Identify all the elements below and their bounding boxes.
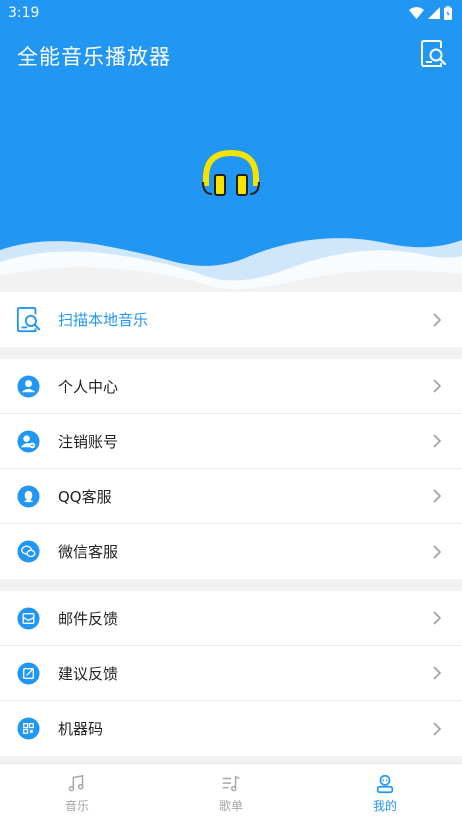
wave-decoration: [0, 238, 462, 292]
mail-icon: [17, 606, 40, 630]
account-section: 个人中心 注销账号 QQ客服 微信客服: [0, 359, 462, 579]
app-title: 全能音乐播放器: [17, 45, 171, 69]
qr-code-icon: [17, 717, 40, 740]
row-label: 建议反馈: [58, 664, 119, 683]
nav-tab-music[interactable]: 音乐: [0, 764, 154, 821]
scan-section: 扫描本地音乐: [0, 292, 462, 347]
row-label: 个人中心: [58, 377, 119, 396]
mail-feedback-row[interactable]: 邮件反馈: [0, 591, 462, 646]
scan-music-icon: [16, 306, 41, 332]
bottom-navigation: 音乐 歌单 我的: [0, 763, 462, 821]
hero-header: 全能音乐播放器: [0, 26, 462, 292]
suggestion-feedback-row[interactable]: 建议反馈: [0, 646, 462, 701]
nav-label-playlist: 歌单: [218, 799, 243, 813]
music-note-icon: [68, 774, 84, 792]
nav-tab-playlist[interactable]: 歌单: [154, 764, 308, 821]
chevron-right-icon: [433, 434, 442, 448]
scan-local-music-label: 扫描本地音乐: [58, 311, 149, 329]
status-time: 3:19: [8, 5, 40, 21]
chevron-right-icon: [433, 666, 442, 680]
wechat-icon: [17, 540, 40, 563]
cancel-account-row[interactable]: 注销账号: [0, 414, 462, 469]
qq-service-row[interactable]: QQ客服: [0, 469, 462, 524]
feedback-section: 邮件反馈 建议反馈 机器码: [0, 591, 462, 756]
chevron-right-icon: [433, 312, 442, 327]
status-bar: 3:19: [0, 0, 462, 26]
chevron-right-icon: [433, 379, 442, 393]
wifi-icon: [409, 7, 424, 19]
battery-icon: [444, 6, 452, 20]
row-label: 微信客服: [58, 543, 119, 561]
profile-icon: [376, 774, 394, 794]
personal-center-row[interactable]: 个人中心: [0, 359, 462, 414]
edit-note-icon: [17, 661, 40, 685]
headphones-icon: [202, 149, 260, 196]
nav-label-music: 音乐: [64, 799, 89, 813]
scan-local-music-row[interactable]: 扫描本地音乐: [0, 292, 462, 347]
wechat-service-row[interactable]: 微信客服: [0, 524, 462, 579]
machine-code-row[interactable]: 机器码: [0, 701, 462, 756]
row-label: 注销账号: [58, 432, 119, 451]
chevron-right-icon: [433, 544, 442, 559]
nav-tab-mine[interactable]: 我的: [308, 764, 462, 821]
scan-music-icon[interactable]: [420, 39, 448, 69]
status-icons: [409, 6, 452, 20]
playlist-icon: [222, 775, 240, 792]
row-label: QQ客服: [58, 487, 112, 506]
row-label: 机器码: [58, 720, 104, 738]
signal-icon: [428, 7, 440, 19]
account-remove-icon: [17, 429, 40, 453]
row-label: 邮件反馈: [58, 609, 119, 628]
chevron-right-icon: [433, 721, 442, 736]
person-icon: [17, 374, 40, 398]
qq-icon: [17, 484, 40, 508]
chevron-right-icon: [433, 489, 442, 503]
chevron-right-icon: [433, 611, 442, 625]
nav-label-mine: 我的: [372, 799, 397, 813]
